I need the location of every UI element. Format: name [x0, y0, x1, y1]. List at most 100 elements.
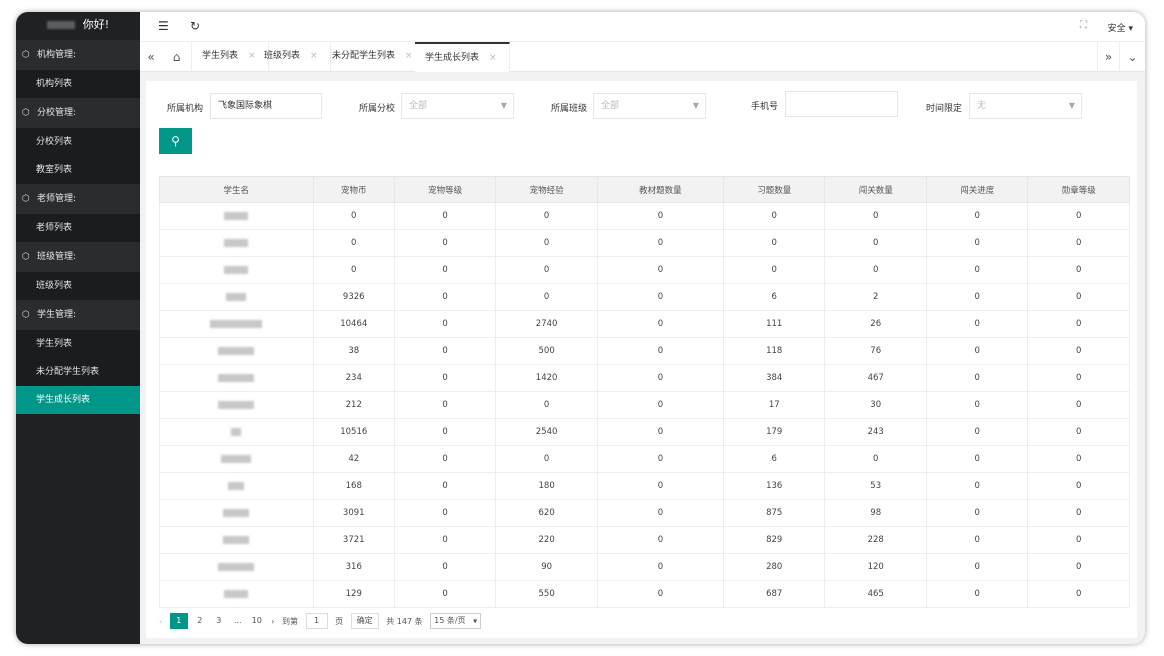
table-cell: 228 [824, 526, 927, 554]
table-row[interactable]: 168 0 180 0 136 53 0 0 [159, 472, 1130, 500]
table-cell: 0 [925, 472, 1029, 500]
sidebar-group[interactable]: ⬡ 老师管理: [16, 184, 140, 214]
table-row[interactable]: 42 0 0 0 6 0 0 0 [159, 445, 1130, 473]
table-cell: 0 [596, 364, 724, 392]
topbar: ☰ ↻ ⛶ 安全 ▾ [140, 12, 1145, 42]
cube-icon: ⬡ [22, 50, 30, 60]
tab-scroll-left-icon[interactable]: « [140, 42, 162, 72]
page-size-select[interactable]: 15 条/页 ▾ [430, 613, 482, 629]
sidebar-group[interactable]: ⬡ 机构管理: [16, 40, 140, 70]
page-number[interactable]: 1 [169, 613, 188, 629]
table-cell: 0 [393, 391, 497, 419]
table-row[interactable]: 38 0 500 0 118 76 0 0 [159, 337, 1130, 365]
table-cell: 0 [312, 229, 395, 257]
home-icon[interactable]: ⌂ [162, 42, 192, 72]
column-header: 闯关数量 [824, 176, 927, 203]
table-cell: 1420 [495, 364, 598, 392]
column-header: 学生名 [159, 176, 314, 203]
user-menu[interactable]: 安全 ▾ [1108, 21, 1133, 34]
close-icon[interactable]: × [310, 51, 318, 61]
sidebar-item[interactable]: 学生列表 [16, 330, 140, 358]
refresh-icon[interactable]: ↻ [190, 19, 200, 33]
column-header: 习题数量 [722, 176, 826, 203]
class-label: 所属班级 [551, 104, 588, 114]
sidebar-group[interactable]: ⬡ 学生管理: [16, 300, 140, 330]
page-number[interactable]: 10 [250, 613, 264, 629]
table-cell: 0 [925, 229, 1029, 257]
sidebar-item[interactable]: 班级列表 [16, 272, 140, 300]
close-icon[interactable]: × [405, 51, 413, 61]
table-cell: 500 [495, 337, 598, 365]
tab[interactable]: 班级列表 × [254, 42, 331, 72]
table-row[interactable]: 129 0 550 0 687 465 0 0 [159, 580, 1130, 608]
table-cell: 234 [312, 364, 395, 392]
table-row[interactable]: 316 0 90 0 280 120 0 0 [159, 553, 1130, 581]
table-row[interactable]: 212 0 0 0 17 30 0 0 [159, 391, 1130, 419]
table-cell: 0 [722, 229, 826, 257]
page-ellipsis: ... [233, 616, 242, 625]
time-select[interactable]: 无 ▼ [969, 93, 1082, 119]
cube-icon: ⬡ [22, 252, 30, 262]
sidebar-item[interactable]: 未分配学生列表 [16, 358, 140, 386]
redacted-block [218, 400, 255, 409]
table-cell: 0 [925, 364, 1029, 392]
table-row[interactable]: 234 0 1420 0 384 467 0 0 [159, 364, 1130, 392]
table-cell: 0 [596, 445, 724, 473]
sidebar-item[interactable]: 学生成长列表 [16, 386, 140, 414]
goto-page-input[interactable]: 1 [305, 613, 328, 629]
table-cell: 0 [925, 445, 1029, 473]
sidebar: 你好! ⬡ 机构管理: 机构列表 ⬡ 分校管理: 分校列表 教室列表 ⬡ 老师管理: 老师列表 ⬡ 班… [16, 12, 140, 644]
student-name-redacted [159, 337, 314, 365]
table-cell: 6 [722, 445, 826, 473]
user-menu-label: 安全 [1107, 24, 1126, 34]
table-row[interactable]: 10464 0 2740 0 111 26 0 0 [159, 310, 1130, 338]
table-row[interactable]: 3091 0 620 0 875 98 0 0 [159, 499, 1130, 527]
tab-menu-icon[interactable]: ⌄ [1119, 42, 1145, 72]
next-page-icon[interactable]: › [271, 617, 274, 626]
table-cell: 9326 [312, 283, 395, 311]
table-cell: 120 [824, 553, 927, 581]
table-row[interactable]: 3721 0 220 0 829 228 0 0 [159, 526, 1130, 554]
student-name-redacted [159, 229, 314, 257]
table-row[interactable]: 10516 0 2540 0 179 243 0 0 [159, 418, 1130, 446]
student-name-redacted [159, 202, 314, 230]
sidebar-item[interactable]: 教室列表 [16, 156, 140, 184]
org-field[interactable]: 飞象国际象棋 [210, 93, 322, 119]
table-cell: 0 [312, 202, 395, 230]
search-button[interactable]: ⚲ [159, 128, 192, 154]
redacted-block [224, 238, 249, 247]
class-select[interactable]: 全部 ▼ [593, 93, 706, 119]
table-row[interactable]: 00000000 [159, 229, 1130, 257]
phone-field[interactable] [785, 91, 898, 117]
goto-confirm-button[interactable]: 确定 [350, 613, 379, 629]
tab[interactable]: 未分配学生列表 × [322, 42, 426, 72]
page-number[interactable]: 2 [193, 613, 207, 629]
table-cell: 550 [495, 580, 598, 608]
sidebar-menu: ⬡ 机构管理: 机构列表 ⬡ 分校管理: 分校列表 教室列表 ⬡ 老师管理: 老师列表 ⬡ 班级管理:… [16, 40, 140, 414]
table-cell: 316 [312, 553, 395, 581]
branch-select[interactable]: 全部 ▼ [401, 93, 514, 119]
table-cell: 76 [824, 337, 927, 365]
table-cell: 0 [393, 553, 497, 581]
table-cell: 0 [1027, 283, 1130, 311]
close-icon[interactable]: × [489, 53, 497, 63]
page-number[interactable]: 3 [212, 613, 226, 629]
prev-page-icon[interactable]: ‹ [159, 617, 162, 626]
table-cell: 0 [596, 391, 724, 419]
table-row[interactable]: 00000000 [159, 256, 1130, 284]
tab[interactable]: 学生成长列表 × [415, 42, 510, 72]
table-row[interactable]: 00000000 [159, 202, 1130, 230]
tab-scroll-right-icon[interactable]: » [1097, 42, 1119, 72]
fullscreen-icon[interactable]: ⛶ [1080, 20, 1087, 31]
table-cell: 0 [722, 202, 826, 230]
sidebar-group[interactable]: ⬡ 分校管理: [16, 98, 140, 128]
sidebar-item[interactable]: 分校列表 [16, 128, 140, 156]
table-row[interactable]: 9326 0 0 0 6 2 0 0 [159, 283, 1130, 311]
menu-fold-icon[interactable]: ☰ [158, 19, 169, 33]
sidebar-item[interactable]: 老师列表 [16, 214, 140, 242]
table-cell: 0 [495, 445, 598, 473]
sidebar-group[interactable]: ⬡ 班级管理: [16, 242, 140, 272]
student-name-redacted [159, 418, 314, 446]
table-cell: 0 [1027, 445, 1130, 473]
sidebar-item[interactable]: 机构列表 [16, 70, 140, 98]
